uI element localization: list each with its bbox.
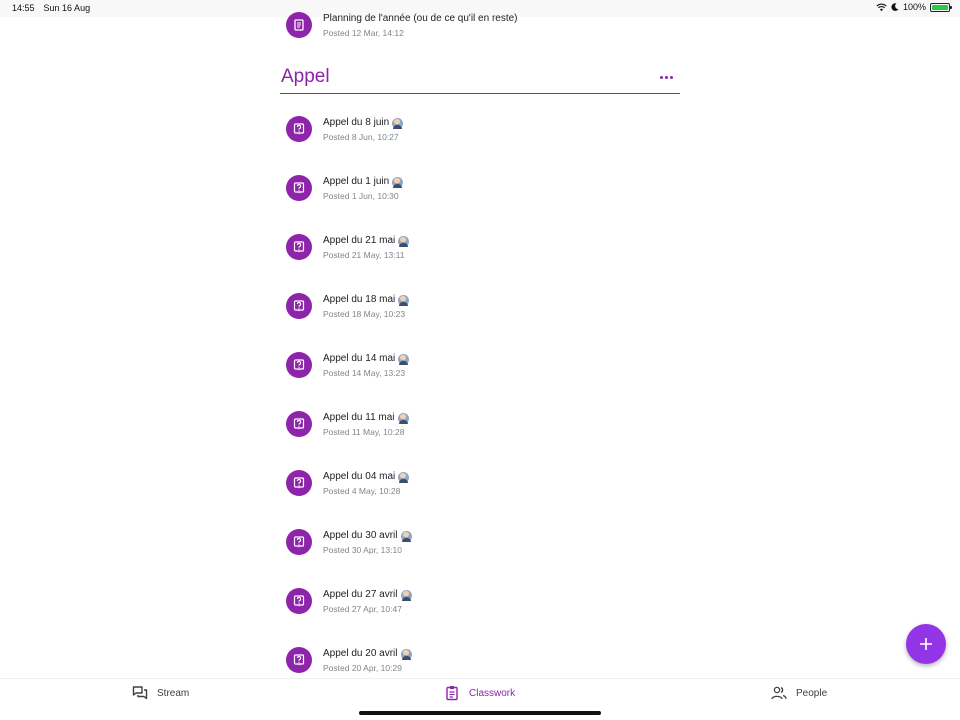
assignment-item[interactable]: Appel du 14 mai Posted 14 May, 13:23 xyxy=(280,352,680,411)
memoji-icon xyxy=(398,235,410,247)
topic-title: Appel xyxy=(281,66,330,87)
item-title: Appel du 11 mai xyxy=(323,412,395,423)
item-posted: Posted 8 Jun, 10:27 xyxy=(323,132,399,142)
item-title: Appel du 21 mai xyxy=(323,235,396,246)
classwork-list[interactable]: Planning de l'année (ou de ce qu'il en r… xyxy=(0,0,960,680)
stream-icon xyxy=(132,686,148,700)
item-title: Appel du 1 juin xyxy=(323,176,390,187)
question-icon xyxy=(286,588,312,614)
assignment-item[interactable]: Appel du 8 juin Posted 8 Jun, 10:27 xyxy=(280,116,680,175)
item-posted: Posted 27 Apr, 10:47 xyxy=(323,604,402,614)
item-title-row: Appel du 14 mai xyxy=(323,352,410,366)
question-icon xyxy=(286,234,312,260)
item-posted: Posted 12 Mar, 14:12 xyxy=(323,28,404,38)
item-title-row: Appel du 27 avril xyxy=(323,588,412,602)
classwork-icon xyxy=(446,686,458,701)
item-title-row: Appel du 8 juin xyxy=(323,116,404,130)
people-icon xyxy=(771,686,787,700)
tab-people[interactable]: People xyxy=(771,684,827,702)
tab-people-label: People xyxy=(796,687,828,699)
question-icon xyxy=(286,647,312,673)
assignment-item[interactable]: Appel du 1 juin Posted 1 Jun, 10:30 xyxy=(280,175,680,234)
item-title-row: Appel du 20 avril xyxy=(323,647,412,661)
assignment-item[interactable]: Appel du 30 avril Posted 30 Apr, 13:10 xyxy=(280,529,680,588)
question-icon xyxy=(286,411,312,437)
tab-classwork-label: Classwork xyxy=(469,687,516,699)
question-icon xyxy=(286,470,312,496)
assignment-item[interactable]: Appel du 04 mai Posted 4 May, 10:28 xyxy=(280,470,680,529)
memoji-icon xyxy=(392,117,404,129)
item-posted: Posted 11 May, 10:28 xyxy=(323,427,405,437)
memoji-icon xyxy=(400,530,412,542)
item-title-row: Appel du 18 mai xyxy=(323,293,410,307)
tab-stream[interactable]: Stream xyxy=(132,684,189,702)
add-button[interactable] xyxy=(906,624,946,664)
assignment-item[interactable]: Appel du 20 avril Posted 20 Apr, 10:29 xyxy=(280,647,680,680)
item-posted: Posted 21 May, 13:11 xyxy=(323,250,405,260)
question-icon xyxy=(286,175,312,201)
item-posted: Posted 18 May, 10:23 xyxy=(323,309,406,319)
item-posted: Posted 4 May, 10:28 xyxy=(323,486,401,496)
assignment-item[interactable]: Appel du 18 mai Posted 18 May, 10:23 xyxy=(280,293,680,352)
add-icon xyxy=(920,638,932,650)
item-title-row: Appel du 11 mai xyxy=(323,411,409,425)
item-title: Appel du 20 avril xyxy=(323,648,398,659)
memoji-icon xyxy=(398,471,410,483)
tab-classwork[interactable]: Classwork xyxy=(444,684,515,702)
question-icon xyxy=(286,293,312,319)
item-title: Appel du 8 juin xyxy=(323,117,390,128)
item-title-row: Appel du 30 avril xyxy=(323,529,412,543)
assignment-item[interactable]: Appel du 27 avril Posted 27 Apr, 10:47 xyxy=(280,588,680,647)
more-options-button[interactable] xyxy=(656,70,676,84)
item-posted: Posted 20 Apr, 10:29 xyxy=(323,663,402,673)
assignment-item[interactable]: Appel du 11 mai Posted 11 May, 10:28 xyxy=(280,411,680,470)
memoji-icon xyxy=(392,176,404,188)
home-indicator xyxy=(359,711,601,715)
tab-stream-label: Stream xyxy=(157,687,190,699)
question-icon xyxy=(286,529,312,555)
item-title: Appel du 27 avril xyxy=(323,589,398,600)
assignment-item[interactable]: Appel du 21 mai Posted 21 May, 13:11 xyxy=(280,234,680,293)
item-title: Appel du 18 mai xyxy=(323,294,396,305)
item-posted: Posted 1 Jun, 10:30 xyxy=(323,191,399,201)
topic-header: Appel xyxy=(280,62,680,94)
memoji-icon xyxy=(398,294,410,306)
memoji-icon xyxy=(398,353,410,365)
question-icon xyxy=(286,352,312,378)
memoji-icon xyxy=(397,412,409,424)
item-title: Appel du 14 mai xyxy=(323,353,396,364)
item-title: Appel du 30 avril xyxy=(323,530,398,541)
question-icon xyxy=(286,116,312,142)
item-title-row: Appel du 1 juin xyxy=(323,175,404,189)
item-title: Appel du 04 mai xyxy=(323,471,396,482)
item-title-row: Appel du 04 mai xyxy=(323,470,410,484)
item-title-row: Appel du 21 mai xyxy=(323,234,410,248)
material-icon xyxy=(286,12,312,38)
item-title: Planning de l'année (ou de ce qu'il en r… xyxy=(323,13,518,24)
item-posted: Posted 30 Apr, 13:10 xyxy=(323,545,402,555)
item-posted: Posted 14 May, 13:23 xyxy=(323,368,406,378)
memoji-icon xyxy=(400,589,412,601)
memoji-icon xyxy=(400,648,412,660)
